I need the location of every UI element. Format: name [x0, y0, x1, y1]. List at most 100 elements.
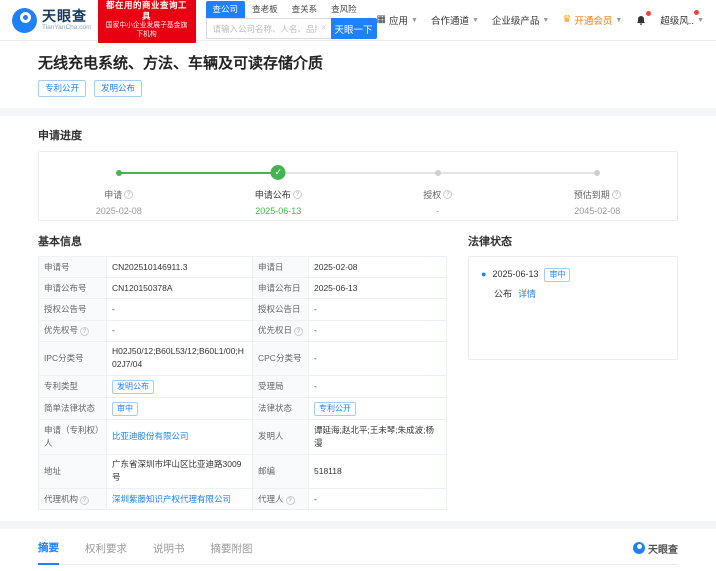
search-tab-relation[interactable]: 查关系: [285, 1, 325, 18]
info-icon[interactable]: ?: [293, 190, 302, 199]
field-label: 优先权日?: [253, 320, 309, 341]
field-label: 简单法律状态: [39, 398, 107, 420]
field-value: 518118: [309, 454, 447, 488]
info-icon[interactable]: ?: [294, 327, 303, 336]
patent-detail-page: 天眼查 TianYanCha.com 都在用的商业查询工具 国家中小企业发展子基…: [0, 0, 716, 571]
field-label: 法律状态: [253, 398, 309, 420]
nav-apps[interactable]: ▦ 应用▼: [377, 13, 418, 27]
section-divider: [0, 521, 716, 529]
tab-description[interactable]: 说明书: [153, 541, 185, 564]
clear-input-icon[interactable]: ×: [321, 24, 327, 34]
basic-info-table: 申请号CN202510146911.3申请日2025-02-08申请公布号CN1…: [38, 256, 447, 510]
field-value: CN202510146911.3: [107, 257, 253, 278]
value-tag: 发明公布: [112, 380, 154, 394]
nav-notifications[interactable]: [635, 14, 647, 27]
watermark: 天眼查: [633, 541, 678, 564]
timeline-dot-granted: [435, 170, 441, 176]
info-icon[interactable]: ?: [80, 327, 89, 336]
tab-abstract[interactable]: 摘要: [38, 540, 59, 565]
timeline-segment-done: [119, 172, 279, 174]
field-value: -: [309, 320, 447, 341]
search-button[interactable]: 天眼一下: [331, 18, 377, 39]
watermark-text: 天眼查: [648, 541, 678, 556]
field-label: 专利类型: [39, 376, 107, 398]
nav-enterprise-products[interactable]: 企业级产品▼: [492, 13, 549, 27]
timeline-date: 2025-06-13: [199, 206, 359, 216]
legal-status-item: ●2025-06-13审中 公布详情: [481, 268, 665, 300]
bullet-icon: ●: [481, 269, 486, 279]
badge-line1: 都在用的商业查询工具: [103, 0, 191, 22]
legal-status-tag: 审中: [544, 268, 570, 282]
tab-abstract-figure[interactable]: 摘要附图: [211, 541, 253, 564]
field-label: 申请号: [39, 257, 107, 278]
tianyancha-logo[interactable]: 天眼查 TianYanCha.com: [12, 8, 92, 33]
timeline-segment-pending: [438, 172, 598, 174]
field-label: 申请日: [253, 257, 309, 278]
logo-subtext: TianYanCha.com: [42, 25, 92, 32]
nav-super-risk[interactable]: 超级风..▼: [660, 13, 704, 27]
basic-info-row: 代理机构?深圳紫藤知识产权代理有限公司代理人?-: [39, 489, 447, 510]
basic-info-row: 申请（专利权）人比亚迪股份有限公司 发明人谭延海;赵北平;王未琴;朱成波;杨漫: [39, 420, 447, 454]
field-value: H02J50/12;B60L53/12;B60L1/00;H02J7/04: [107, 341, 253, 375]
field-label: 代理机构?: [39, 489, 107, 510]
field-value: -: [309, 341, 447, 375]
field-label: 受理局: [253, 376, 309, 398]
value-tag: 专利公开: [314, 402, 356, 416]
search-tab-company[interactable]: 查公司: [206, 1, 246, 18]
timeline-step-expiry: 预估到期? 2045-02-08: [518, 185, 678, 216]
field-value: 2025-06-13: [309, 278, 447, 299]
info-icon[interactable]: ?: [612, 190, 621, 199]
value-link[interactable]: 比亚迪股份有限公司: [112, 431, 189, 441]
grid-icon: ▦: [377, 15, 386, 25]
patent-status-tag: 专利公开: [38, 80, 86, 97]
basic-info-row: 简单法律状态审中 法律状态专利公开: [39, 398, 447, 420]
chevron-down-icon: ▼: [472, 17, 479, 24]
field-label: 发明人: [253, 420, 309, 454]
info-icon[interactable]: ?: [443, 190, 452, 199]
search-tab-boss[interactable]: 查老板: [245, 1, 285, 18]
value-link[interactable]: 深圳紫藤知识产权代理有限公司: [112, 494, 231, 504]
legal-status-box: ●2025-06-13审中 公布详情: [468, 256, 678, 360]
info-icon[interactable]: ?: [124, 190, 133, 199]
chevron-down-icon: ▼: [615, 17, 622, 24]
legal-detail-link[interactable]: 详情: [518, 289, 536, 299]
field-value: 专利公开: [309, 398, 447, 420]
field-value: -: [107, 320, 253, 341]
field-value: -: [309, 489, 447, 510]
field-value: 深圳紫藤知识产权代理有限公司: [107, 489, 253, 510]
application-progress-section: 申请进度 ✓ 申请? 2025-02-08 申请公布? 2025-06-: [0, 116, 716, 221]
patent-type-tag: 发明公布: [94, 80, 142, 97]
nav-open-membership[interactable]: ♛ 开通会员▼: [562, 13, 622, 27]
info-icon[interactable]: ?: [286, 496, 295, 505]
field-value: 比亚迪股份有限公司: [107, 420, 253, 454]
value-tag: 审中: [112, 402, 138, 416]
tab-claims[interactable]: 权利要求: [85, 541, 127, 564]
crown-icon: ♛: [562, 15, 571, 25]
chevron-down-icon: ▼: [542, 17, 549, 24]
tianyancha-eye-icon: [633, 542, 645, 554]
detail-tab-bar: 摘要 权利要求 说明书 摘要附图 天眼查: [38, 540, 678, 565]
field-value: 谭延海;赵北平;王未琴;朱成波;杨漫: [309, 420, 447, 454]
search-input[interactable]: [207, 24, 331, 34]
legal-status-title: 法律状态: [468, 233, 678, 249]
field-label: 邮编: [253, 454, 309, 488]
field-label: 优先权号?: [39, 320, 107, 341]
search-category-tabs: 查公司 查老板 查关系 查风险: [206, 1, 377, 18]
nav-cooperation[interactable]: 合作通道▼: [431, 13, 479, 27]
field-label: 授权公告号: [39, 299, 107, 320]
basic-info-row: 申请公布号CN120150378A申请公布日2025-06-13: [39, 278, 447, 299]
field-label: 申请公布号: [39, 278, 107, 299]
field-label: 申请（专利权）人: [39, 420, 107, 454]
header-search: 查公司 查老板 查关系 查风险 × 天眼一下: [206, 1, 377, 39]
basic-info-row: 申请号CN202510146911.3申请日2025-02-08: [39, 257, 447, 278]
top-header: 天眼查 TianYanCha.com 都在用的商业查询工具 国家中小企业发展子基…: [0, 0, 716, 41]
progress-timeline-box: ✓ 申请? 2025-02-08 申请公布? 2025-06-13 授权? -: [38, 151, 678, 221]
chevron-down-icon: ▼: [411, 17, 418, 24]
search-tab-risk[interactable]: 查风险: [324, 1, 364, 18]
info-icon[interactable]: ?: [80, 496, 89, 505]
chevron-down-icon: ▼: [697, 17, 704, 24]
timeline-date: 2025-02-08: [39, 206, 199, 216]
notification-dot: [646, 11, 651, 16]
basic-info-row: IPC分类号H02J50/12;B60L53/12;B60L1/00;H02J7…: [39, 341, 447, 375]
timeline-dot-filed: [116, 170, 122, 176]
